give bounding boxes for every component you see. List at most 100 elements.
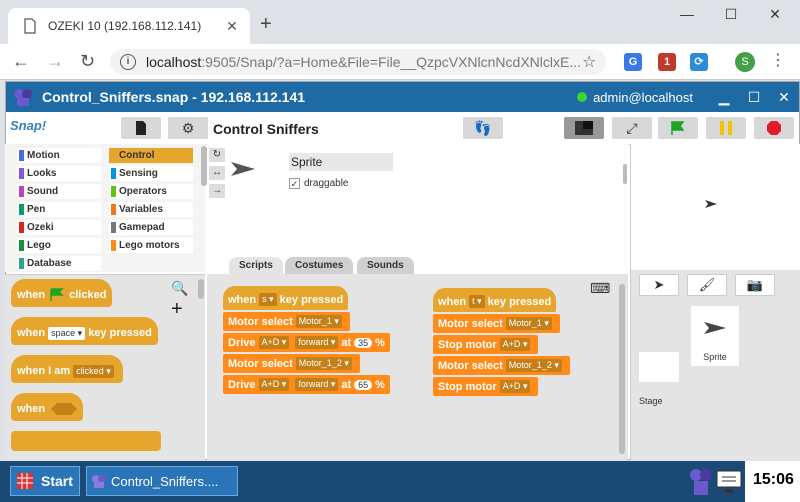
stop-port-dropdown[interactable]: A+D ▾ (499, 338, 531, 351)
ublock-extension-icon[interactable]: 1 (658, 53, 676, 71)
sprite-arrow-icon (231, 162, 255, 176)
back-arrow-icon[interactable]: ← (12, 52, 30, 70)
browser-tab[interactable]: OZEKI 10 (192.168.112.141) ✕ (8, 8, 250, 44)
motor-select-block-3[interactable]: Motor select Motor_1 ▾ (433, 314, 560, 333)
scripts-area[interactable]: ⌨ when s ▾ key pressed Motor select Motor_1… (207, 274, 628, 460)
drive-block[interactable]: Drive A+D ▾ forward ▾ at 35% (223, 333, 390, 352)
category-lego-motors[interactable]: Lego motors (109, 238, 193, 253)
category-palette: Motion Control Looks Sensing Sound Opera… (5, 144, 207, 272)
when-key-pressed-block[interactable]: when space ▾ key pressed (11, 317, 158, 345)
port-dropdown-2[interactable]: A+D ▾ (258, 378, 290, 391)
camera-icon: 📷 (746, 277, 764, 292)
paint-sprite-button[interactable]: 🖌 (687, 274, 727, 296)
category-ozeki[interactable]: Ozeki (17, 220, 101, 235)
direction-dropdown-2[interactable]: forward ▾ (295, 378, 339, 391)
ozeki-app-icon (92, 475, 106, 488)
bookmark-star-icon[interactable]: ☆ (582, 52, 606, 72)
when-s-key-pressed-block[interactable]: when s ▾ key pressed (223, 286, 349, 310)
ozeki-robot-tray-icon[interactable] (688, 465, 714, 497)
category-pen[interactable]: Pen (17, 202, 101, 217)
monitor-tray-icon[interactable] (716, 465, 742, 497)
corral-sprite-icon[interactable]: Sprite (691, 306, 739, 366)
add-turtle-sprite-button[interactable]: ➤ (639, 274, 679, 296)
category-operators[interactable]: Operators (109, 184, 193, 199)
category-motion[interactable]: Motion (17, 148, 101, 163)
category-gamepad[interactable]: Gamepad (109, 220, 193, 235)
port-dropdown[interactable]: A+D ▾ (258, 336, 290, 349)
category-lego[interactable]: Lego (17, 238, 101, 253)
motor-select-block-2[interactable]: Motor select Motor_1_2 ▾ (223, 354, 360, 373)
key-dropdown[interactable]: space ▾ (48, 326, 86, 340)
system-clock: 15:06 (750, 471, 797, 489)
palette-scrollbar[interactable] (198, 279, 204, 299)
draggable-checkbox[interactable]: ✓ (289, 178, 300, 189)
tab-sounds[interactable]: Sounds (357, 257, 414, 274)
category-looks[interactable]: Looks (17, 166, 101, 181)
sync-extension-icon[interactable]: ⟳ (690, 53, 708, 71)
speed-input-2[interactable]: 65 (354, 379, 373, 390)
motor-dropdown-3[interactable]: Motor_1 ▾ (505, 317, 552, 330)
taskbar-app-item[interactable]: Control_Sniffers.... (86, 466, 238, 496)
forward-arrow-icon[interactable]: → (46, 52, 64, 70)
translate-extension-icon[interactable]: G (624, 53, 642, 71)
block-palette: 🔍 + when clicked when space ▾ key pressed … (5, 274, 205, 460)
tab-close-icon[interactable]: ✕ (224, 18, 240, 34)
interaction-dropdown[interactable]: clicked ▾ (73, 364, 114, 378)
search-icon[interactable]: 🔍 (171, 280, 188, 297)
when-i-am-block[interactable]: when I am clicked ▾ (11, 355, 123, 383)
rotation-any-button[interactable]: ↻ (209, 148, 225, 162)
speed-input[interactable]: 35 (354, 337, 373, 348)
category-sound[interactable]: Sound (17, 184, 101, 199)
when-flag-clicked-block[interactable]: when clicked (11, 279, 113, 307)
keyboard-icon[interactable]: ⌨ (590, 280, 610, 297)
key-t-dropdown[interactable]: t ▾ (469, 295, 485, 308)
turtle-arrow-icon: ➤ (653, 277, 665, 292)
tab-costumes[interactable]: Costumes (285, 257, 354, 274)
browser-toolbar: ← → ↻ i localhost:9505/Snap/?a=Home&File… (0, 44, 800, 80)
profile-avatar[interactable]: S (735, 52, 755, 72)
sprite-name-field[interactable]: Sprite (289, 153, 393, 171)
window-close-button[interactable]: ✕ (760, 6, 790, 23)
motor-select-block-4[interactable]: Motor select Motor_1_2 ▾ (433, 356, 570, 375)
new-tab-button[interactable]: + (260, 14, 272, 34)
condition-slot-icon (51, 403, 78, 415)
motor-select-block[interactable]: Motor select Motor_1 ▾ (223, 312, 350, 331)
motor-dropdown-4[interactable]: Motor_1_2 ▾ (505, 359, 562, 372)
sprite-corral: ➤ 🖌 📷 Sprite Stage (630, 270, 800, 460)
browser-menu-icon[interactable]: ⋮ (770, 53, 786, 69)
sprite-tabs: Scripts Costumes Sounds (207, 257, 628, 274)
palette-block-partial[interactable] (11, 431, 161, 451)
sprite-info-scrollbar[interactable] (623, 164, 627, 184)
stage[interactable] (630, 144, 800, 270)
site-info-icon[interactable]: i (120, 54, 136, 70)
category-database[interactable]: Database (17, 256, 101, 271)
key-s-dropdown[interactable]: s ▾ (259, 293, 277, 306)
motor-dropdown-2[interactable]: Motor_1_2 ▾ (295, 357, 352, 370)
category-control[interactable]: Control (109, 148, 193, 163)
direction-dropdown[interactable]: forward ▾ (295, 336, 339, 349)
stop-motor-block-2[interactable]: Stop motor A+D ▾ (433, 377, 539, 396)
category-variables[interactable]: Variables (109, 202, 193, 217)
when-condition-block[interactable]: when (11, 393, 84, 421)
reload-icon[interactable]: ↻ (80, 52, 95, 70)
rotation-none-button[interactable]: → (209, 184, 225, 198)
start-button[interactable]: Start (10, 466, 80, 496)
corral-stage-icon[interactable]: Stage (639, 352, 679, 406)
draggable-option[interactable]: ✓ draggable (289, 178, 348, 189)
drive-block-2[interactable]: Drive A+D ▾ forward ▾ at 65% (223, 375, 390, 394)
window-minimize-button[interactable]: — (672, 6, 702, 22)
snap-workspace: Motion Control Looks Sensing Sound Opera… (5, 81, 800, 460)
rotation-left-right-button[interactable]: ↔ (209, 166, 225, 180)
tab-scripts[interactable]: Scripts (229, 257, 283, 274)
stop-port-dropdown-2[interactable]: A+D ▾ (499, 380, 531, 393)
address-bar[interactable]: i localhost:9505/Snap/?a=Home&File=File_… (110, 49, 606, 75)
category-sensing[interactable]: Sensing (109, 166, 193, 181)
when-t-key-pressed-block[interactable]: when t ▾ key pressed (433, 288, 557, 312)
corral-stage-label: Stage (639, 396, 663, 406)
motor-dropdown[interactable]: Motor_1 ▾ (295, 315, 342, 328)
window-maximize-button[interactable]: ☐ (716, 6, 746, 23)
camera-sprite-button[interactable]: 📷 (735, 274, 775, 296)
add-block-icon[interactable]: + (171, 299, 183, 319)
scripts-scrollbar[interactable] (619, 284, 625, 454)
stop-motor-block[interactable]: Stop motor A+D ▾ (433, 335, 539, 354)
